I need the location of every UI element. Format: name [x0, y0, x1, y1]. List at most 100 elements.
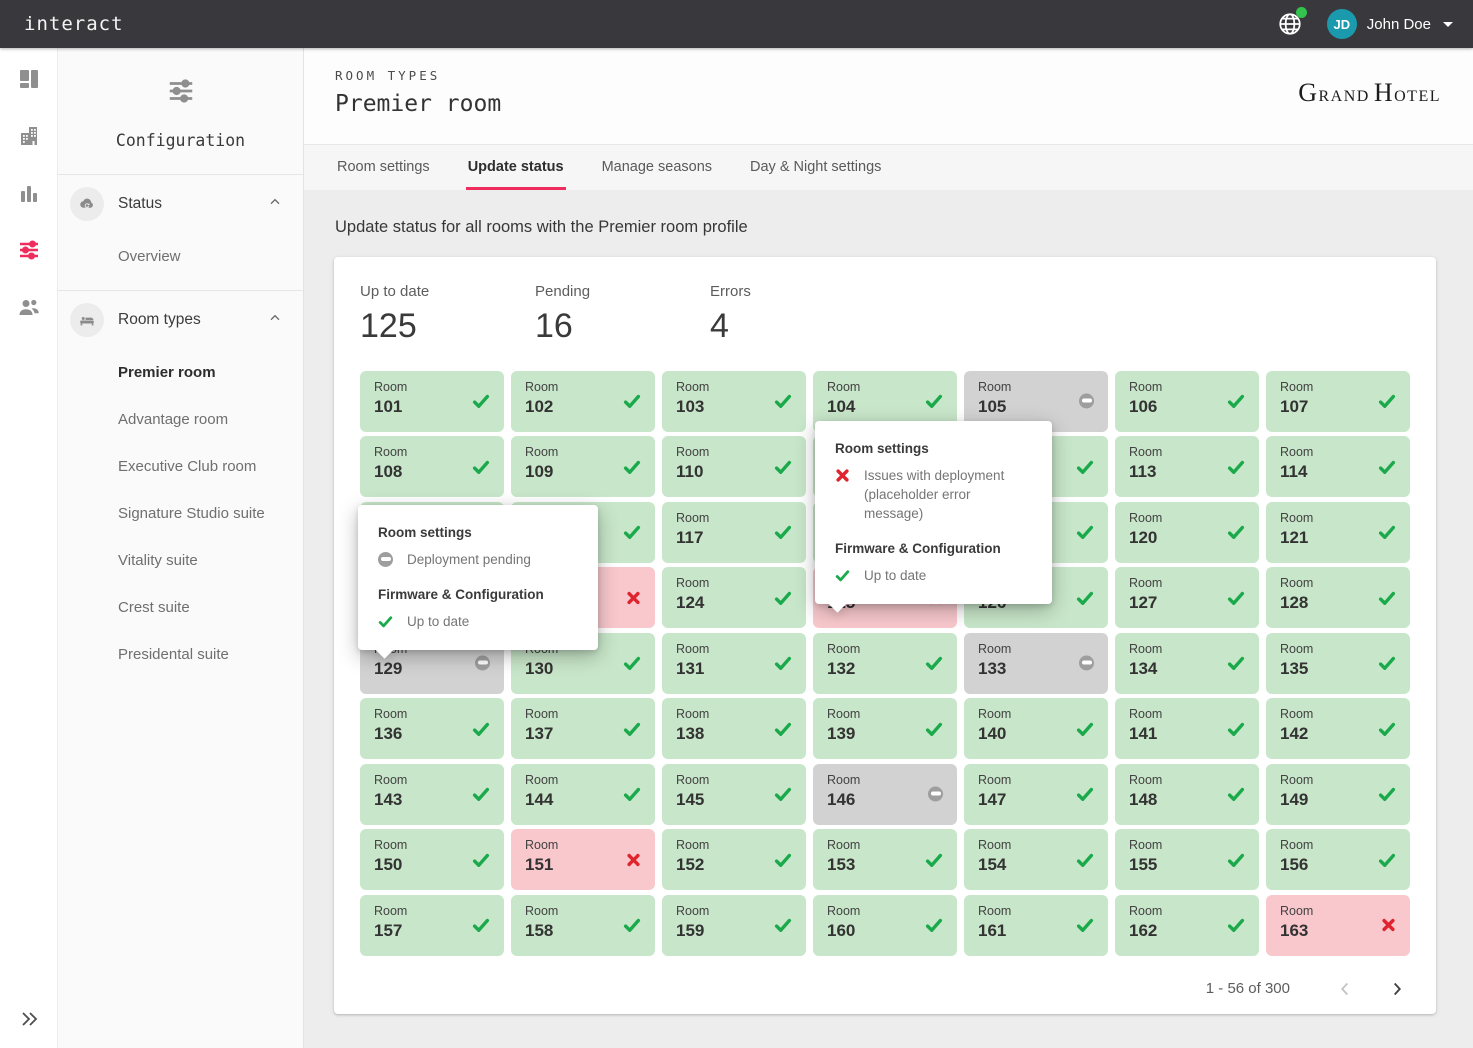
check-icon	[623, 392, 641, 410]
room-types-section-toggle[interactable]: Room types	[58, 291, 303, 349]
room-tile-133[interactable]: Room 133	[964, 633, 1108, 694]
rail-dashboard-button[interactable]	[12, 62, 46, 96]
room-tile-145[interactable]: Room 145	[662, 764, 806, 825]
double-chevron-right-icon	[17, 1007, 41, 1031]
room-tile-159[interactable]: Room 159	[662, 895, 806, 956]
room-tile-121[interactable]: Room 121	[1266, 502, 1410, 563]
stat-up-to-date: Up to date 125	[360, 283, 535, 347]
room-tile-162[interactable]: Room 162	[1115, 895, 1259, 956]
pending-icon	[378, 551, 394, 570]
check-icon	[472, 916, 490, 934]
room-tile-161[interactable]: Room 161	[964, 895, 1108, 956]
room-tile-147[interactable]: Room 147	[964, 764, 1108, 825]
room-tile-154[interactable]: Room 154	[964, 829, 1108, 890]
check-icon	[925, 392, 943, 410]
user-menu[interactable]: JD John Doe	[1327, 9, 1453, 39]
icon-rail	[0, 48, 58, 1048]
language-globe-button[interactable]	[1275, 9, 1305, 39]
room-tile-109[interactable]: Room 109	[511, 436, 655, 497]
check-icon	[623, 458, 641, 476]
room-tile-132[interactable]: Room 132	[813, 633, 957, 694]
dashboard-icon	[17, 67, 41, 91]
sidebar-item-presidental-suite[interactable]: Presidental suite	[58, 631, 303, 678]
users-icon	[17, 295, 41, 319]
room-tile-127[interactable]: Room 127	[1115, 567, 1259, 628]
room-tile-139[interactable]: Room 139	[813, 698, 957, 759]
sidebar-item-overview[interactable]: Overview	[58, 233, 303, 280]
check-icon	[1378, 785, 1396, 803]
prev-page-button[interactable]	[1332, 976, 1358, 1002]
check-icon	[472, 785, 490, 803]
sidebar-item-premier-room[interactable]: Premier room	[58, 349, 303, 396]
sidebar-item-executive-club-room[interactable]: Executive Club room	[58, 443, 303, 490]
check-icon	[1227, 654, 1245, 672]
room-tile-156[interactable]: Room 156	[1266, 829, 1410, 890]
sidebar-item-crest-suite[interactable]: Crest suite	[58, 584, 303, 631]
check-icon	[1378, 392, 1396, 410]
room-tile-143[interactable]: Room 143	[360, 764, 504, 825]
room-tile-114[interactable]: Room 114	[1266, 436, 1410, 497]
configuration-sidebar: Configuration Status Overview Room types	[58, 48, 304, 1048]
room-tile-158[interactable]: Room 158	[511, 895, 655, 956]
room-tile-103[interactable]: Room 103	[662, 371, 806, 432]
room-tile-134[interactable]: Room 134	[1115, 633, 1259, 694]
tab-day-night-settings[interactable]: Day & Night settings	[748, 145, 883, 190]
room-tile-163[interactable]: Room 163	[1266, 895, 1410, 956]
room-tile-136[interactable]: Room 136	[360, 698, 504, 759]
room-tile-138[interactable]: Room 138	[662, 698, 806, 759]
rail-users-button[interactable]	[12, 290, 46, 324]
room-tile-140[interactable]: Room 140	[964, 698, 1108, 759]
room-tile-144[interactable]: Room 144	[511, 764, 655, 825]
chevron-up-icon	[267, 194, 283, 215]
tab-update-status[interactable]: Update status	[466, 145, 566, 190]
room-tile-150[interactable]: Room 150	[360, 829, 504, 890]
room-tile-106[interactable]: Room 106	[1115, 371, 1259, 432]
room-tile-148[interactable]: Room 148	[1115, 764, 1259, 825]
room-tile-152[interactable]: Room 152	[662, 829, 806, 890]
room-tile-120[interactable]: Room 120	[1115, 502, 1259, 563]
room-tile-137[interactable]: Room 137	[511, 698, 655, 759]
room-tile-153[interactable]: Room 153	[813, 829, 957, 890]
room-tile-101[interactable]: Room 101	[360, 371, 504, 432]
room-tile-102[interactable]: Room 102	[511, 371, 655, 432]
room-tile-157[interactable]: Room 157	[360, 895, 504, 956]
error-x-icon	[1381, 918, 1396, 933]
room-tile-107[interactable]: Room 107	[1266, 371, 1410, 432]
status-section-toggle[interactable]: Status	[58, 175, 303, 233]
room-tile-108[interactable]: Room 108	[360, 436, 504, 497]
configuration-header: Configuration	[58, 48, 303, 175]
sidebar-collapse-button[interactable]	[12, 1002, 46, 1036]
room-tile-142[interactable]: Room 142	[1266, 698, 1410, 759]
rail-configuration-button[interactable]	[12, 233, 46, 267]
room-tile-149[interactable]: Room 149	[1266, 764, 1410, 825]
check-icon	[623, 720, 641, 738]
tab-room-settings[interactable]: Room settings	[335, 145, 432, 190]
room-tile-135[interactable]: Room 135	[1266, 633, 1410, 694]
tab-manage-seasons[interactable]: Manage seasons	[600, 145, 714, 190]
room-tile-131[interactable]: Room 131	[662, 633, 806, 694]
sidebar-item-vitality-suite[interactable]: Vitality suite	[58, 537, 303, 584]
sidebar-item-advantage-room[interactable]: Advantage room	[58, 396, 303, 443]
room-tile-117[interactable]: Room 117	[662, 502, 806, 563]
room-tile-113[interactable]: Room 113	[1115, 436, 1259, 497]
app-logo[interactable]: interact	[24, 13, 124, 35]
check-icon	[774, 654, 792, 672]
room-tile-151[interactable]: Room 151	[511, 829, 655, 890]
room-tile-155[interactable]: Room 155	[1115, 829, 1259, 890]
room-tile-110[interactable]: Room 110	[662, 436, 806, 497]
sidebar-item-signature-studio-suite[interactable]: Signature Studio suite	[58, 490, 303, 537]
room-tile-124[interactable]: Room 124	[662, 567, 806, 628]
check-icon	[1076, 523, 1094, 541]
room-status-tooltip-129: Room settings Deployment pending Firmwar…	[358, 505, 598, 650]
room-tile-128[interactable]: Room 128	[1266, 567, 1410, 628]
room-tile-160[interactable]: Room 160	[813, 895, 957, 956]
chevron-left-icon	[1334, 978, 1356, 1000]
next-page-button[interactable]	[1384, 976, 1410, 1002]
check-icon	[1378, 654, 1396, 672]
pending-icon	[928, 787, 943, 802]
rail-analytics-button[interactable]	[12, 176, 46, 210]
room-tile-146[interactable]: Room 146	[813, 764, 957, 825]
room-tile-141[interactable]: Room 141	[1115, 698, 1259, 759]
topbar: interact JD John Doe	[0, 0, 1473, 48]
rail-property-button[interactable]	[12, 119, 46, 153]
